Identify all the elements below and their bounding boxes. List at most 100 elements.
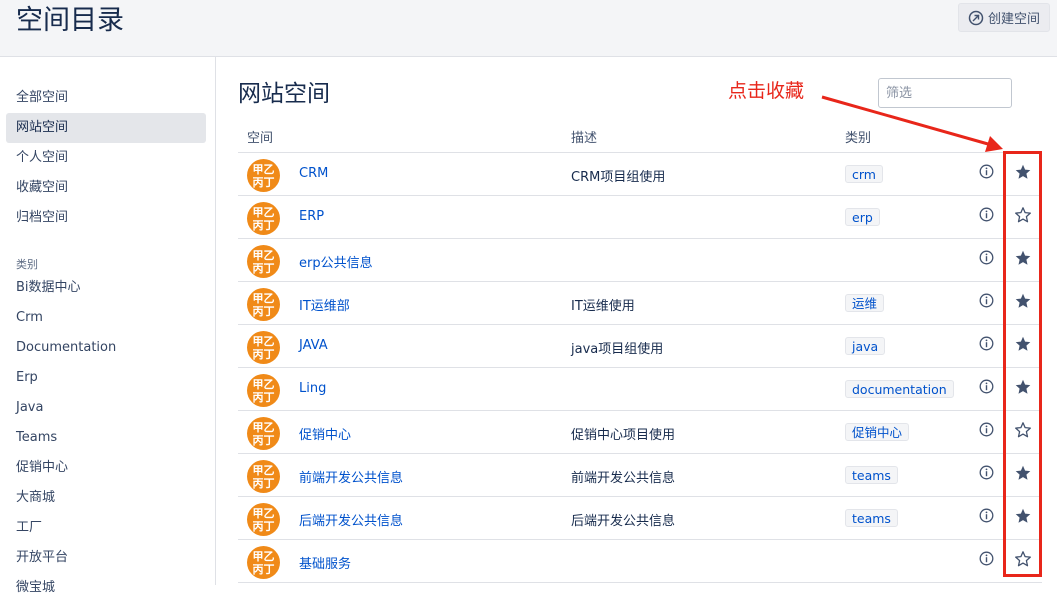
table-row: 甲乙 丙丁 IT运维部 IT运维使用 运维 <box>238 282 1042 325</box>
info-icon[interactable] <box>979 551 994 566</box>
space-name-link[interactable]: 前端开发公共信息 <box>299 467 403 486</box>
info-icon[interactable] <box>979 207 994 222</box>
category-item[interactable]: Teams <box>6 423 206 453</box>
space-avatar[interactable]: 甲乙 丙丁 <box>247 288 280 321</box>
space-description: 前端开发公共信息 <box>571 471 676 486</box>
category-label: 工厂 <box>16 520 43 535</box>
create-space-icon <box>968 10 984 25</box>
info-icon[interactable] <box>979 379 994 394</box>
space-avatar[interactable]: 甲乙 丙丁 <box>247 202 280 235</box>
avatar-text-line: 甲乙 <box>252 248 275 262</box>
category-label: Erp <box>16 370 38 385</box>
category-label: 开放平台 <box>16 550 69 565</box>
space-description: 促销中心项目使用 <box>571 428 676 443</box>
sidebar-item-favorite-spaces[interactable]: 收藏空间 <box>6 173 206 203</box>
table-row: 甲乙 丙丁 Ling documentation <box>238 368 1042 411</box>
space-description: IT运维使用 <box>571 299 635 314</box>
sidebar-item-all-spaces[interactable]: 全部空间 <box>6 83 206 113</box>
avatar-text-line: 丙丁 <box>252 261 275 275</box>
category-item[interactable]: 开放平台 <box>6 543 206 573</box>
sidebar-item-label: 归档空间 <box>16 210 69 225</box>
sidebar: 全部空间 网站空间 个人空间 收藏空间 归档空间 类别 Bi数据中心 Crm D… <box>0 57 216 595</box>
section-title: 网站空间 <box>238 81 330 107</box>
space-avatar[interactable]: 甲乙 丙丁 <box>247 460 280 493</box>
avatar-text-line: 丙丁 <box>252 562 275 576</box>
category-tag[interactable]: teams <box>845 466 898 484</box>
category-tag[interactable]: java <box>845 337 886 355</box>
space-name-link[interactable]: 后端开发公共信息 <box>299 510 403 529</box>
category-item[interactable]: 促销中心 <box>6 453 206 483</box>
category-tag[interactable]: crm <box>845 165 883 183</box>
space-name-link[interactable]: CRM <box>299 166 328 181</box>
space-avatar[interactable]: 甲乙 丙丁 <box>247 374 280 407</box>
table-row: 甲乙 丙丁 erp公共信息 <box>238 239 1042 282</box>
category-item[interactable]: 大商城 <box>6 483 206 513</box>
table-row: 甲乙 丙丁 后端开发公共信息 后端开发公共信息 teams <box>238 497 1042 540</box>
table-row: 甲乙 丙丁 CRM CRM项目组使用 crm <box>238 153 1042 196</box>
space-avatar[interactable]: 甲乙 丙丁 <box>247 159 280 192</box>
category-item[interactable]: Java <box>6 393 206 423</box>
space-avatar[interactable]: 甲乙 丙丁 <box>247 546 280 579</box>
category-item[interactable]: Crm <box>6 303 206 333</box>
sidebar-item-archived-spaces[interactable]: 归档空间 <box>6 203 206 233</box>
avatar-text-line: 丙丁 <box>252 304 275 318</box>
info-icon[interactable] <box>979 422 994 437</box>
avatar-text-line: 丙丁 <box>252 519 275 533</box>
category-tag[interactable]: erp <box>845 208 880 226</box>
category-item[interactable]: Documentation <box>6 333 206 363</box>
avatar-text-line: 丙丁 <box>252 390 275 404</box>
info-icon[interactable] <box>979 250 994 265</box>
space-avatar[interactable]: 甲乙 丙丁 <box>247 417 280 450</box>
spaces-table: 空间 描述 类别 甲乙 丙丁 CRM CRM项目组使用 crm 甲乙 丙丁 ERP erp 甲乙丙… <box>238 118 1042 583</box>
category-item[interactable]: 微宝城 <box>6 573 206 603</box>
space-name-link[interactable]: JAVA <box>299 338 328 353</box>
space-name-link[interactable]: 基础服务 <box>299 553 351 572</box>
filter-input[interactable] <box>878 78 1012 108</box>
category-tag[interactable]: 促销中心 <box>845 423 910 441</box>
category-item[interactable]: Erp <box>6 363 206 393</box>
space-name-link[interactable]: erp公共信息 <box>299 252 373 271</box>
category-label: Java <box>16 400 44 415</box>
column-header-category: 类别 <box>845 131 872 146</box>
sidebar-item-site-spaces[interactable]: 网站空间 <box>6 113 206 143</box>
create-space-button[interactable]: 创建空间 <box>957 3 1050 32</box>
space-avatar[interactable]: 甲乙 丙丁 <box>247 245 280 278</box>
space-description: java项目组使用 <box>571 342 664 357</box>
category-label: Documentation <box>16 340 117 355</box>
space-avatar[interactable]: 甲乙 丙丁 <box>247 331 280 364</box>
avatar-text-line: 丙丁 <box>252 476 275 490</box>
table-row: 甲乙 丙丁 基础服务 <box>238 540 1042 583</box>
avatar-text-line: 甲乙 <box>252 334 275 348</box>
avatar-text-line: 甲乙 <box>252 420 275 434</box>
sidebar-item-personal-spaces[interactable]: 个人空间 <box>6 143 206 173</box>
info-icon[interactable] <box>979 293 994 308</box>
avatar-text-line: 甲乙 <box>252 463 275 477</box>
category-tag[interactable]: documentation <box>845 380 954 398</box>
info-icon[interactable] <box>979 508 994 523</box>
avatar-text-line: 丙丁 <box>252 218 275 232</box>
category-label: 大商城 <box>16 490 56 505</box>
info-icon[interactable] <box>979 164 994 179</box>
sidebar-item-label: 全部空间 <box>16 90 69 105</box>
table-row: 甲乙 丙丁 促销中心 促销中心项目使用 促销中心 <box>238 411 1042 454</box>
category-label: Teams <box>16 430 58 445</box>
category-item[interactable]: Bi数据中心 <box>6 273 206 303</box>
category-tag[interactable]: teams <box>845 509 898 527</box>
space-name-link[interactable]: 促销中心 <box>299 424 351 443</box>
avatar-text-line: 甲乙 <box>252 506 275 520</box>
avatar-text-line: 甲乙 <box>252 162 275 176</box>
category-tag[interactable]: 运维 <box>845 294 885 312</box>
category-label: Bi数据中心 <box>16 280 81 295</box>
info-icon[interactable] <box>979 336 994 351</box>
sidebar-item-label: 个人空间 <box>16 150 69 165</box>
space-description: 后端开发公共信息 <box>571 514 676 529</box>
category-label: 微宝城 <box>16 580 56 595</box>
column-header-space: 空间 <box>247 131 274 146</box>
category-item[interactable]: 工厂 <box>6 513 206 543</box>
space-name-link[interactable]: Ling <box>299 381 326 396</box>
space-name-link[interactable]: IT运维部 <box>299 295 350 314</box>
info-icon[interactable] <box>979 465 994 480</box>
space-name-link[interactable]: ERP <box>299 209 324 224</box>
annotation-label: 点击收藏 <box>728 80 805 102</box>
space-avatar[interactable]: 甲乙 丙丁 <box>247 503 280 536</box>
